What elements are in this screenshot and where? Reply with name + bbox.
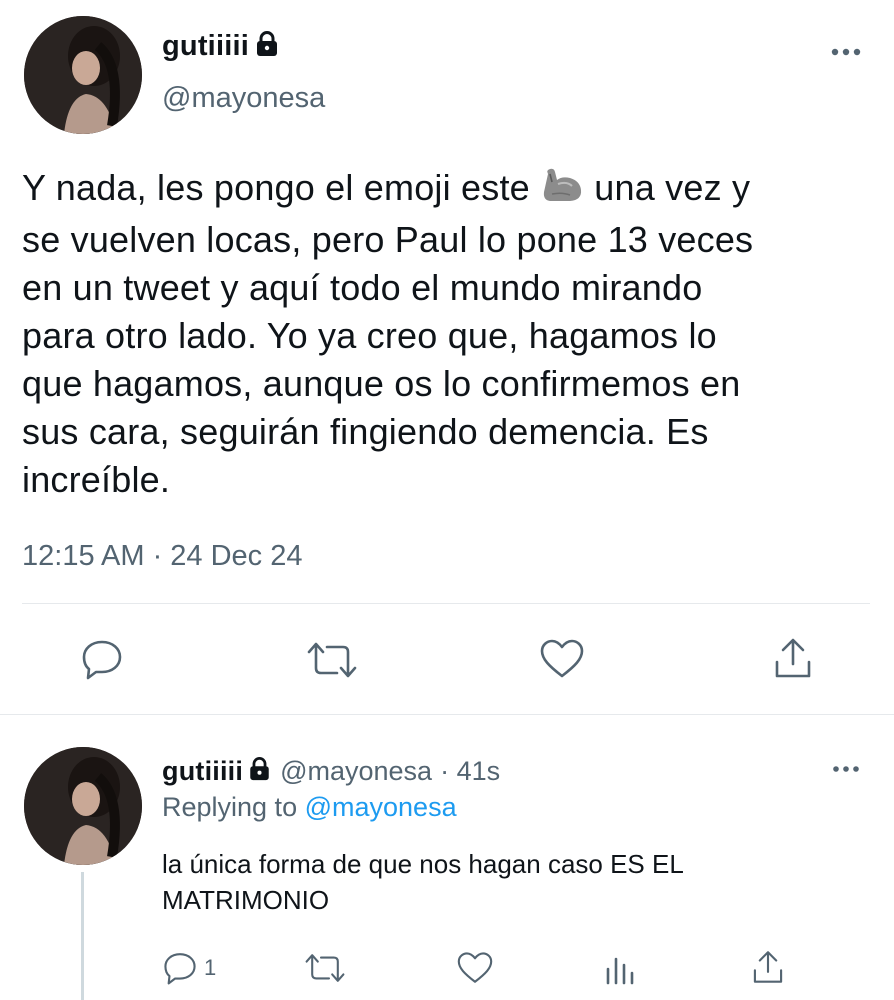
author-name[interactable]: gutiiiii — [162, 30, 249, 63]
reply-time[interactable]: · 41s — [440, 756, 500, 787]
tweet-timestamp[interactable]: 12:15 AM · 24 Dec 24 — [22, 540, 303, 573]
divider — [0, 714, 894, 715]
reply-author-handle[interactable]: @mayonesa — [280, 756, 432, 787]
reply-text: la única forma de que nos hagan caso ES … — [162, 846, 882, 918]
author-name-row: gutiiiii — [162, 26, 278, 66]
tweet-line: para otro lado. Yo ya creo que, hagamos … — [22, 315, 717, 356]
like-button[interactable] — [454, 950, 496, 986]
retweet-icon — [305, 954, 345, 982]
reply-button[interactable] — [78, 636, 126, 682]
reply-line: la única forma de que nos hagan caso ES … — [162, 849, 684, 879]
avatar[interactable] — [24, 16, 142, 134]
share-button[interactable] — [770, 634, 816, 682]
share-button[interactable] — [748, 948, 788, 986]
like-icon — [457, 952, 493, 983]
retweet-button[interactable] — [304, 638, 360, 682]
reply-icon — [164, 953, 196, 985]
analytics-icon — [606, 957, 634, 985]
tweet-line: en un tweet y aquí todo el mundo mirando — [22, 267, 703, 308]
divider — [22, 603, 870, 604]
flexed-biceps-icon — [540, 168, 584, 216]
reply-icon — [82, 640, 122, 680]
retweet-button[interactable] — [302, 950, 348, 986]
tweet-line: se vuelven locas, pero Paul lo pone 13 v… — [22, 219, 754, 260]
more-options-icon[interactable] — [830, 762, 862, 776]
tweet-line: increíble. — [22, 459, 171, 500]
analytics-button[interactable] — [602, 950, 638, 986]
tweet-line: Y nada, les pongo el emoji este una vez … — [22, 164, 892, 216]
lock-icon — [256, 30, 278, 62]
reply-button[interactable]: 1 — [162, 950, 224, 986]
replying-to-link[interactable]: @mayonesa — [305, 792, 457, 822]
tweet-text: Y nada, les pongo el emoji este una vez … — [22, 164, 892, 504]
lock-icon — [249, 756, 270, 786]
retweet-icon — [307, 642, 357, 678]
more-options-icon[interactable] — [828, 44, 864, 60]
share-icon — [775, 638, 811, 678]
avatar-image — [24, 16, 142, 134]
avatar[interactable] — [24, 747, 142, 865]
thread-line — [81, 872, 84, 1000]
reply-author-name[interactable]: gutiiiii — [162, 756, 243, 787]
author-handle[interactable]: @mayonesa — [162, 82, 325, 115]
reply-author-row: gutiiiii @mayonesa · 41s — [162, 752, 500, 790]
like-button[interactable] — [538, 636, 586, 682]
like-icon — [540, 639, 584, 678]
avatar-image — [24, 747, 142, 865]
tweet-line: sus cara, seguirán fingiendo demencia. E… — [22, 411, 709, 452]
replying-to-label: Replying to — [162, 792, 298, 822]
reply-line: MATRIMONIO — [162, 885, 330, 915]
share-icon — [753, 951, 783, 983]
tweet-line: que hagamos, aunque os lo confirmemos en — [22, 363, 741, 404]
replying-to: Replying to @mayonesa — [162, 792, 457, 823]
reply-count: 1 — [204, 955, 217, 980]
